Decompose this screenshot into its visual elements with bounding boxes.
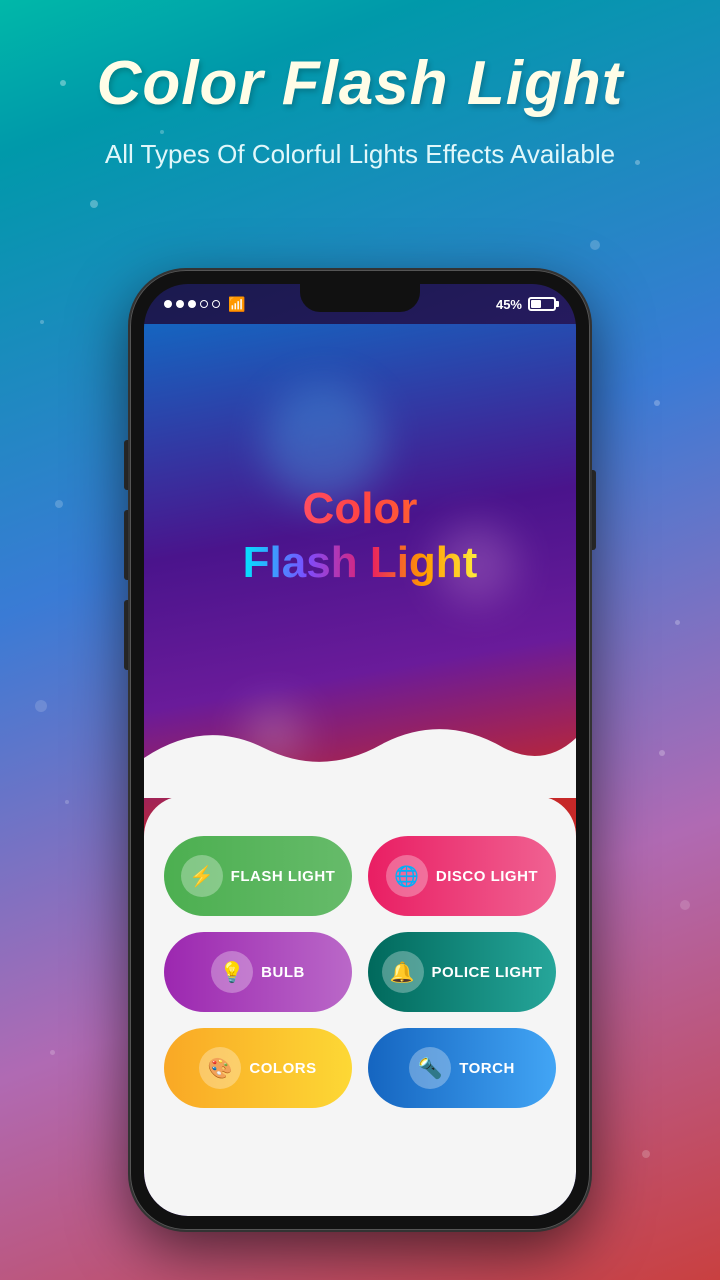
colors-button[interactable]: 🎨 Colors [164, 1028, 352, 1108]
buttons-area: ⚡ Flash Light 🌐 DISCO LIGHT 💡 Bulb 🔔 POL… [144, 796, 576, 1216]
wifi-icon: 📶 [228, 296, 245, 313]
app-title-flash: Flash Light [144, 538, 576, 588]
light-word: Light [370, 538, 478, 587]
power-button [590, 470, 596, 550]
header: Color Flash Light All Types Of Colorful … [0, 0, 720, 203]
signal-dot-4 [200, 300, 208, 308]
app-title-area: Color Flash Light [144, 484, 576, 588]
wave-divider [144, 718, 576, 798]
battery-fill [531, 300, 541, 308]
flash-word: Flash [243, 538, 370, 587]
flash-light-icon: ⚡ [181, 855, 223, 897]
police-light-label: POLICE LIGHT [432, 964, 543, 981]
signal-dot-1 [164, 300, 172, 308]
torch-icon: 🔦 [409, 1047, 451, 1089]
app-title-color: Color [144, 484, 576, 534]
phone-mockup: 📶 45% Color Flash Li [130, 270, 590, 1230]
phone-notch [300, 284, 420, 312]
torch-button[interactable]: 🔦 TORCH [368, 1028, 556, 1108]
bulb-label: Bulb [261, 964, 305, 981]
disco-light-icon: 🌐 [386, 855, 428, 897]
page-title: Color Flash Light [40, 50, 680, 118]
bulb-icon: 💡 [211, 951, 253, 993]
page-subtitle: All Types Of Colorful Lights Effects Ava… [40, 136, 680, 172]
battery-icon [528, 297, 556, 311]
signal-dot-5 [212, 300, 220, 308]
disco-light-label: DISCO LIGHT [436, 868, 538, 885]
police-light-icon: 🔔 [382, 951, 424, 993]
signal-dot-3 [188, 300, 196, 308]
police-light-button[interactable]: 🔔 POLICE LIGHT [368, 932, 556, 1012]
battery-percent: 45% [496, 297, 522, 312]
torch-label: TORCH [459, 1060, 515, 1077]
signal-dot-2 [176, 300, 184, 308]
colors-label: Colors [249, 1060, 316, 1077]
flash-light-button[interactable]: ⚡ Flash Light [164, 836, 352, 916]
colors-icon: 🎨 [199, 1047, 241, 1089]
battery-area: 45% [496, 297, 556, 312]
flash-light-label: Flash Light [231, 868, 336, 885]
phone-screen: 📶 45% Color Flash Li [144, 284, 576, 1216]
phone-body: 📶 45% Color Flash Li [130, 270, 590, 1230]
signal-area: 📶 [164, 296, 245, 313]
disco-light-button[interactable]: 🌐 DISCO LIGHT [368, 836, 556, 916]
bulb-button[interactable]: 💡 Bulb [164, 932, 352, 1012]
